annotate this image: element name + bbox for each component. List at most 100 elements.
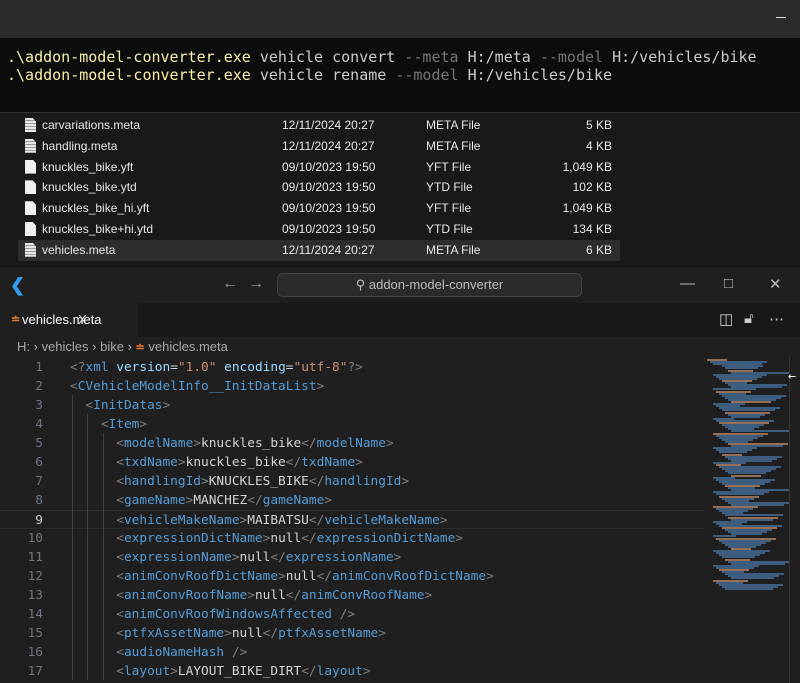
code-token: expressionDictName: [316, 531, 456, 546]
file-row[interactable]: knuckles_bike.ytd 09/10/2023 19:50 YTD Fil…: [18, 177, 620, 198]
line-number: 2: [35, 379, 43, 394]
code-text: <layout>LAYOUT_BIKE_DIRT</layout>: [70, 662, 370, 681]
vertical-scrollbar[interactable]: [789, 357, 800, 683]
code-token: audioNameHash: [123, 645, 225, 660]
tab-label: vehicles.meta: [22, 312, 102, 327]
code-token: >: [486, 569, 494, 584]
code-line: 2 <CVehicleModelInfo__InitDataList>: [0, 377, 705, 396]
code-token: >: [424, 588, 433, 603]
code-token: <: [116, 607, 124, 622]
file-row[interactable]: vehicles.meta 12/11/2024 20:27 META File 6 …: [18, 239, 620, 261]
breadcrumb-item[interactable]: vehicles: [42, 339, 89, 354]
code-token: encoding: [216, 360, 286, 375]
code-token: >: [247, 588, 255, 603]
code-line: 12 <animConvRoofDictName>null</animConvR…: [0, 567, 705, 586]
file-size: 5 KB: [585, 118, 612, 132]
unlock-icon[interactable]: 🔓︎: [744, 310, 754, 327]
forward-arrow-icon[interactable]: →: [248, 275, 264, 293]
minimize-icon[interactable]: [776, 17, 786, 18]
breadcrumb-item[interactable]: H:: [17, 339, 30, 354]
code-token: "1.0": [177, 360, 217, 375]
code-token: knuckles_bike: [201, 436, 302, 451]
line-number: 14: [27, 607, 43, 622]
code-token: "utf-8": [293, 360, 348, 375]
code-token: vehicleMakeName: [123, 513, 240, 528]
minimize-icon[interactable]: —: [680, 275, 695, 292]
terminal-output[interactable]: .\addon-model-converter.exe vehicle conv…: [0, 38, 800, 112]
line-number: 13: [27, 588, 43, 603]
command-argument: vehicle rename: [250, 66, 396, 84]
code-token: null: [231, 626, 263, 641]
code-text: <animConvRoofName>null</animConvRoofName…: [70, 586, 432, 605]
code-token: </: [316, 569, 333, 584]
minimap[interactable]: [705, 357, 795, 597]
code-token: </: [301, 531, 317, 546]
split-editor-icon[interactable]: ◫: [719, 310, 733, 328]
code-line: 8 <gameName>MANCHEZ</gameName>: [0, 491, 705, 510]
vscode-title-bar: ❮ ← → ⚲ addon-model-converter — □ ✕: [0, 266, 800, 303]
command-argument: vehicle convert: [250, 48, 405, 66]
file-row[interactable]: knuckles_bike_hi.yft 09/10/2023 19:50 YFT …: [18, 198, 620, 219]
code-token: null: [239, 550, 271, 565]
code-token: knuckles_bike: [185, 455, 286, 470]
code-text: <ptfxAssetName>null</ptfxAssetName>: [70, 624, 386, 643]
code-token: >: [278, 569, 286, 584]
code-token: animConvRoofDictName: [332, 569, 487, 584]
back-arrow-icon[interactable]: ←: [222, 275, 238, 293]
code-token: expressionName: [123, 550, 232, 565]
code-token: expressionDictName: [123, 531, 263, 546]
code-token: >: [231, 550, 240, 565]
minimap-line: [731, 474, 761, 477]
code-token: >: [224, 626, 232, 641]
code-line: 10 <expressionDictName>null</expressionD…: [0, 529, 705, 548]
code-token: animConvRoofName: [301, 588, 425, 603]
line-number: 4: [35, 417, 43, 432]
more-actions-icon[interactable]: ⋯: [769, 310, 784, 328]
code-line: 11 <expressionName>null</expressionName>: [0, 548, 705, 567]
code-token: expressionName: [285, 550, 394, 565]
file-name: knuckles_bike+hi.ytd: [42, 222, 154, 236]
maximize-icon[interactable]: □: [724, 275, 733, 292]
code-token: >: [316, 379, 325, 394]
line-number: 8: [35, 493, 43, 508]
code-line: 9 <vehicleMakeName>MAIBATSU</vehicleMake…: [0, 510, 705, 529]
code-line: 3 <InitDatas>: [0, 396, 705, 415]
code-text: <handlingId>KNUCKLES_BIKE</handlingId>: [70, 472, 409, 491]
tab-vehicles-meta[interactable]: ≐ vehicles.meta X: [0, 303, 138, 337]
terminal-line: .\addon-model-converter.exe vehicle rena…: [7, 66, 612, 84]
code-token: null: [285, 569, 317, 584]
code-token: txdName: [123, 455, 178, 470]
file-row[interactable]: knuckles_bike+hi.ytd 09/10/2023 19:50 YTD …: [18, 219, 620, 240]
code-line: 17 <layout>LAYOUT_BIKE_DIRT</layout>: [0, 662, 705, 681]
code-token: <: [100, 417, 109, 432]
line-number: 5: [35, 436, 43, 451]
file-date: 09/10/2023 19:50: [282, 222, 376, 236]
tab-close-icon[interactable]: X: [78, 303, 87, 337]
blank-file-icon: [25, 159, 36, 174]
breadcrumb-item[interactable]: bike: [100, 339, 124, 354]
code-token: Item: [108, 417, 140, 432]
code-text: <gameName>MANCHEZ</gameName>: [70, 491, 332, 510]
file-row[interactable]: knuckles_bike.yft 09/10/2023 19:50 YFT Fil…: [18, 157, 620, 178]
code-editor[interactable]: ← 1 <?xml version="1.0" encoding="utf-8"?…: [0, 357, 800, 683]
code-token: </: [308, 513, 325, 528]
file-row[interactable]: handling.meta 12/11/2024 20:27 META File 4 …: [18, 136, 620, 157]
file-row[interactable]: carvariations.meta 12/11/2024 20:27 META F…: [18, 115, 620, 136]
code-text: <vehicleMakeName>MAIBATSU</vehicleMakeNa…: [70, 511, 447, 530]
code-text: <animConvRoofDictName>null</animConvRoof…: [70, 567, 494, 586]
command-executable: .\addon-model-converter.exe: [7, 66, 251, 84]
code-token: >: [324, 493, 333, 508]
code-text: <txdName>knuckles_bike</txdName>: [70, 453, 363, 472]
code-token: modelName: [123, 436, 194, 451]
blank-file-icon: [25, 222, 36, 236]
close-icon[interactable]: ✕: [769, 275, 782, 293]
indent-guide: [87, 414, 89, 680]
file-date: 09/10/2023 19:50: [282, 180, 376, 195]
code-token: ptfxAssetName: [278, 626, 379, 641]
code-token: >: [385, 436, 394, 451]
breadcrumb-item[interactable]: vehicles.meta: [148, 339, 227, 354]
command-center-search[interactable]: ⚲ addon-model-converter: [277, 273, 582, 297]
code-line: 15 <ptfxAssetName>null</ptfxAssetName>: [0, 624, 705, 643]
